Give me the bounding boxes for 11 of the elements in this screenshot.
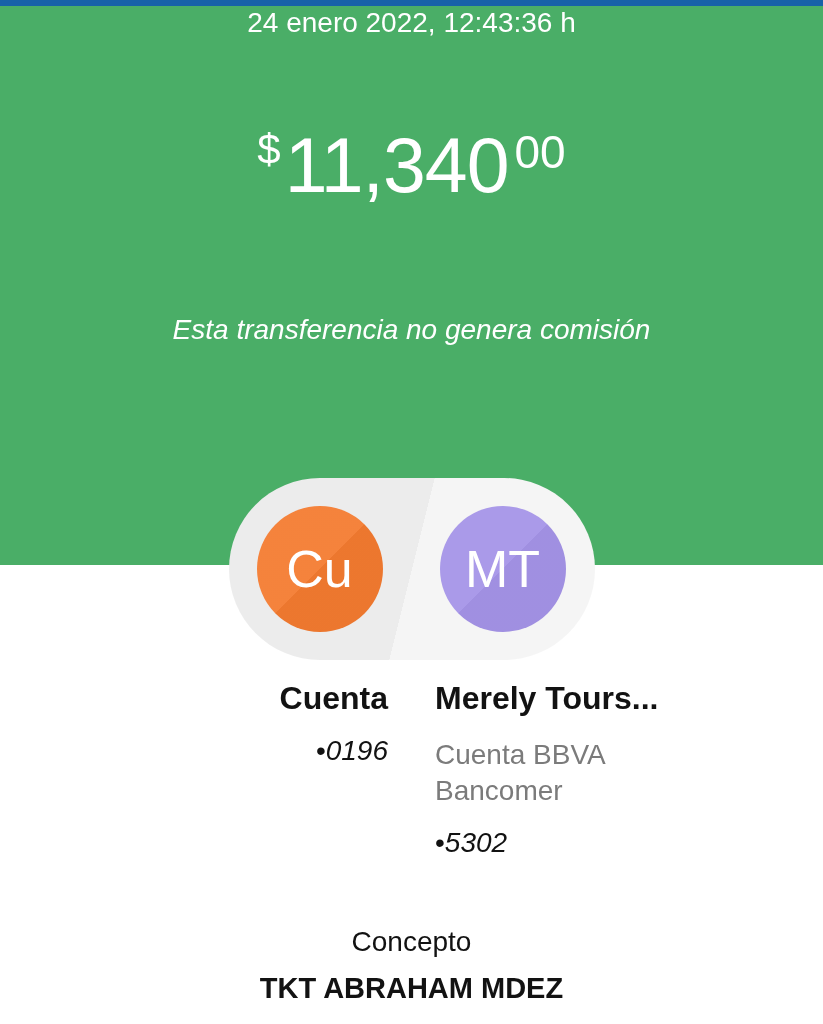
concept-value: TKT ABRAHAM MDEZ (259, 971, 564, 1006)
bank-name: Cuenta BBVA Bancomer (435, 738, 606, 808)
initials-avatar: MT (439, 506, 566, 632)
transfer-datetime: 24 enero 2022, 12:43:36 h (247, 7, 576, 39)
party-name: Merely Tours... (435, 679, 659, 718)
party-name: Cuenta (279, 679, 388, 718)
initials-avatar: Cu (256, 506, 383, 632)
account-number: •0196 (315, 734, 388, 768)
commission-note: Esta transferencia no genera comisión (172, 313, 651, 347)
concept-label: Concepto (351, 925, 472, 959)
account-number: •5302 (435, 826, 508, 860)
